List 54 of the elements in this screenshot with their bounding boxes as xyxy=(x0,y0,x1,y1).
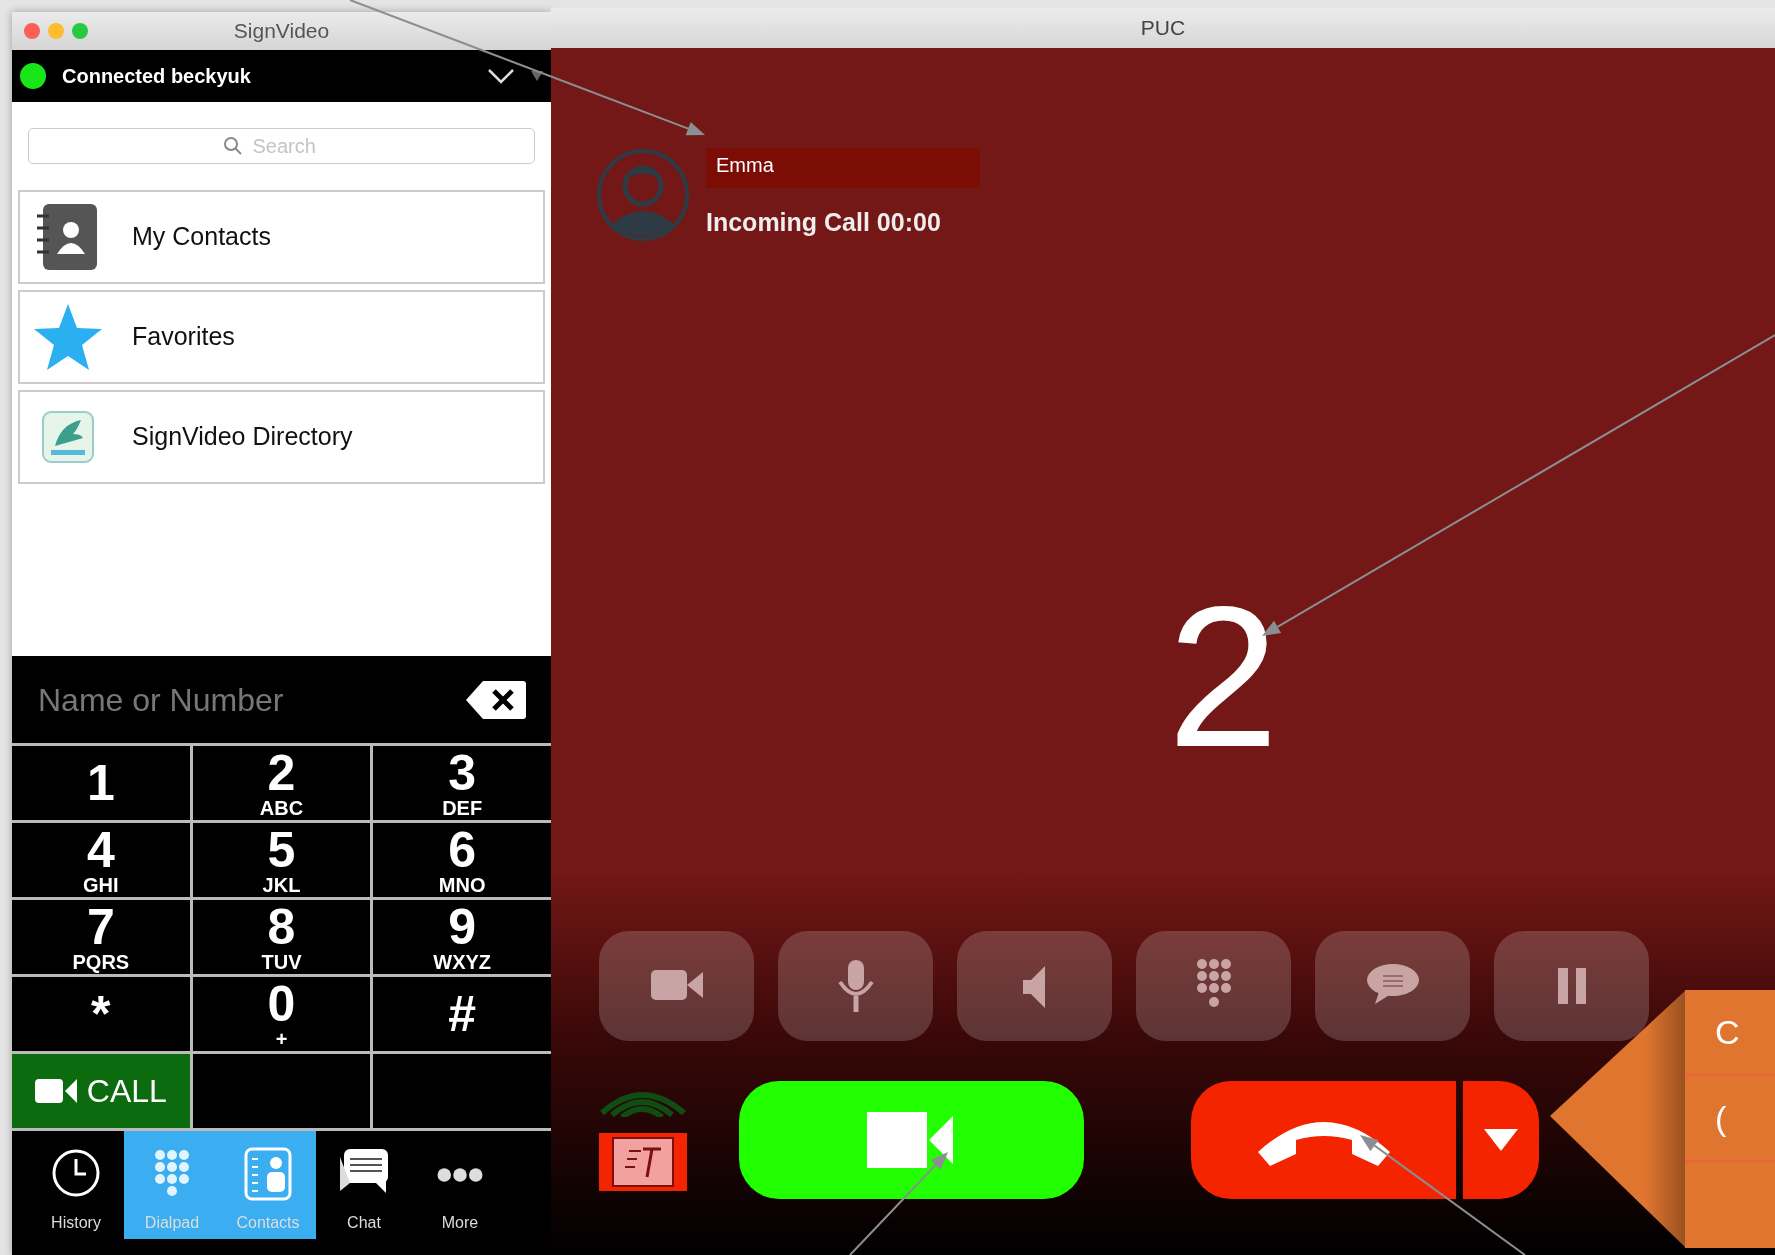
chat-bubble-button[interactable] xyxy=(1315,931,1470,1041)
window-title: SignVideo xyxy=(233,18,330,45)
dialpad-key[interactable]: 7 PQRS xyxy=(12,900,190,974)
answer-video-button[interactable] xyxy=(739,1081,1084,1199)
call-button[interactable]: CALL xyxy=(12,1054,190,1128)
tab-bar-item[interactable]: Chat xyxy=(316,1131,412,1239)
window-title: PUC xyxy=(1140,15,1186,42)
speaker-button[interactable] xyxy=(957,931,1112,1041)
microphone-button[interactable] xyxy=(778,931,933,1041)
dialpad-key[interactable]: 3 DEF xyxy=(373,746,551,820)
dialpad-key[interactable]: 6 MNO xyxy=(373,823,551,897)
video-camera-button[interactable] xyxy=(599,931,754,1041)
video-camera-icon xyxy=(34,1077,79,1105)
countdown-number: 2 xyxy=(1167,576,1279,777)
search-icon xyxy=(222,136,243,156)
caller-name: Emma xyxy=(706,148,980,189)
search-field[interactable]: Search xyxy=(28,128,535,164)
dialpad-key[interactable]: 8 TUV xyxy=(192,900,371,974)
dialpad-key[interactable]: 2 ABC xyxy=(192,746,371,820)
contact-group-label: SignVideo Directory xyxy=(132,421,353,453)
dialpad-button[interactable] xyxy=(1136,931,1291,1041)
tab-bar-item[interactable]: More xyxy=(412,1131,508,1239)
star-icon xyxy=(32,302,104,372)
dial-entry-field[interactable]: Name or Number xyxy=(12,656,551,743)
dialpad-key[interactable]: * xyxy=(12,977,190,1051)
call-status: Incoming Call 00:00 xyxy=(706,207,942,239)
dialpad-key[interactable]: 1 xyxy=(12,746,190,820)
caret-icon[interactable] xyxy=(531,71,543,81)
contact-group-item[interactable]: My Contacts xyxy=(18,190,545,284)
contact-group-item[interactable]: SignVideo Directory xyxy=(18,390,545,484)
backspace-icon[interactable] xyxy=(465,678,527,721)
tab-bar-item[interactable]: History xyxy=(28,1131,124,1239)
status-text: Connected beckyuk xyxy=(62,64,252,89)
contact-group-label: My Contacts xyxy=(132,221,271,253)
contact-group-label: Favorites xyxy=(132,321,235,353)
signal-arcs-icon xyxy=(600,1089,686,1117)
dialpad-key[interactable]: 0 + xyxy=(192,977,371,1051)
contact-group-item[interactable]: Favorites xyxy=(18,290,545,384)
callout-item: ( xyxy=(1685,1076,1775,1162)
dialpad-key[interactable]: 4 GHI xyxy=(12,823,190,897)
decline-button[interactable] xyxy=(1191,1081,1456,1199)
text-mode-icon[interactable] xyxy=(599,1133,687,1191)
decline-options-button[interactable] xyxy=(1463,1081,1539,1199)
dial-input-field[interactable]: Name or Number xyxy=(36,674,416,725)
callout-item: C xyxy=(1685,990,1775,1076)
more-icon xyxy=(435,1166,485,1184)
directory-logo-icon xyxy=(41,410,95,464)
person-avatar-icon xyxy=(596,148,690,242)
dialpad-key[interactable]: 5 JKL xyxy=(192,823,371,897)
pause-button[interactable] xyxy=(1494,931,1649,1041)
chevron-down-icon[interactable] xyxy=(487,68,515,84)
dialpad-key[interactable]: # xyxy=(373,977,551,1051)
dialpad-key[interactable]: 9 WXYZ xyxy=(373,900,551,974)
caret-down-icon xyxy=(1484,1129,1518,1151)
